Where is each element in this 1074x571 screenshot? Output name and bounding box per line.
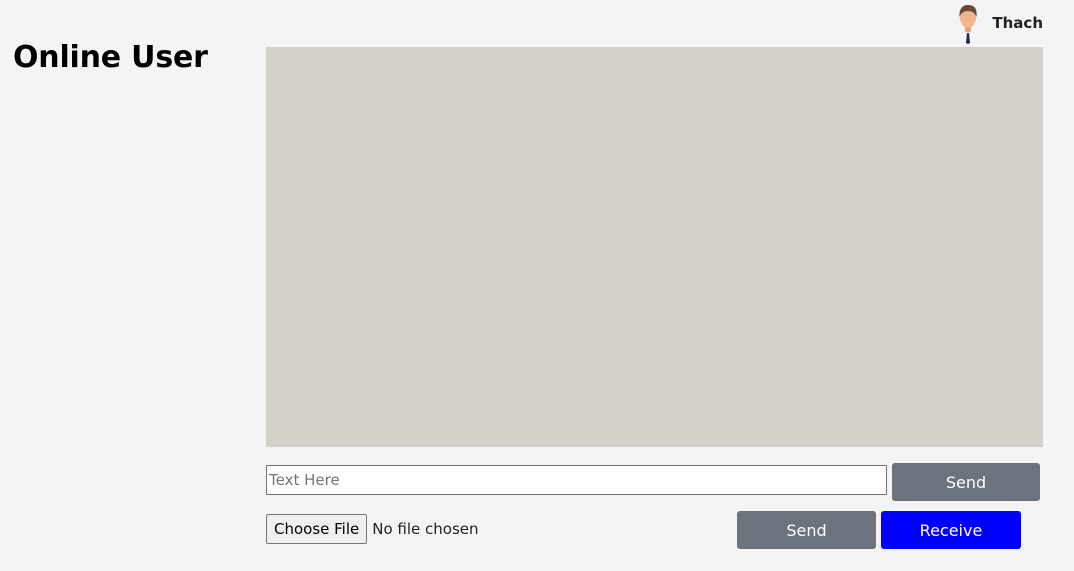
- file-picker: Choose File No file chosen: [266, 514, 479, 544]
- receive-file-button[interactable]: Receive: [881, 511, 1021, 549]
- user-avatar-icon: [952, 5, 985, 44]
- username-label: Thach: [992, 14, 1043, 32]
- chat-messages-area[interactable]: [266, 47, 1043, 447]
- file-status-label: No file chosen: [372, 520, 479, 538]
- online-users-heading: Online User: [13, 40, 208, 75]
- send-message-button[interactable]: Send: [892, 463, 1040, 501]
- user-header: Thach: [950, 2, 1043, 44]
- message-input[interactable]: [266, 465, 887, 495]
- send-file-button[interactable]: Send: [737, 511, 876, 549]
- choose-file-button[interactable]: Choose File: [266, 514, 368, 544]
